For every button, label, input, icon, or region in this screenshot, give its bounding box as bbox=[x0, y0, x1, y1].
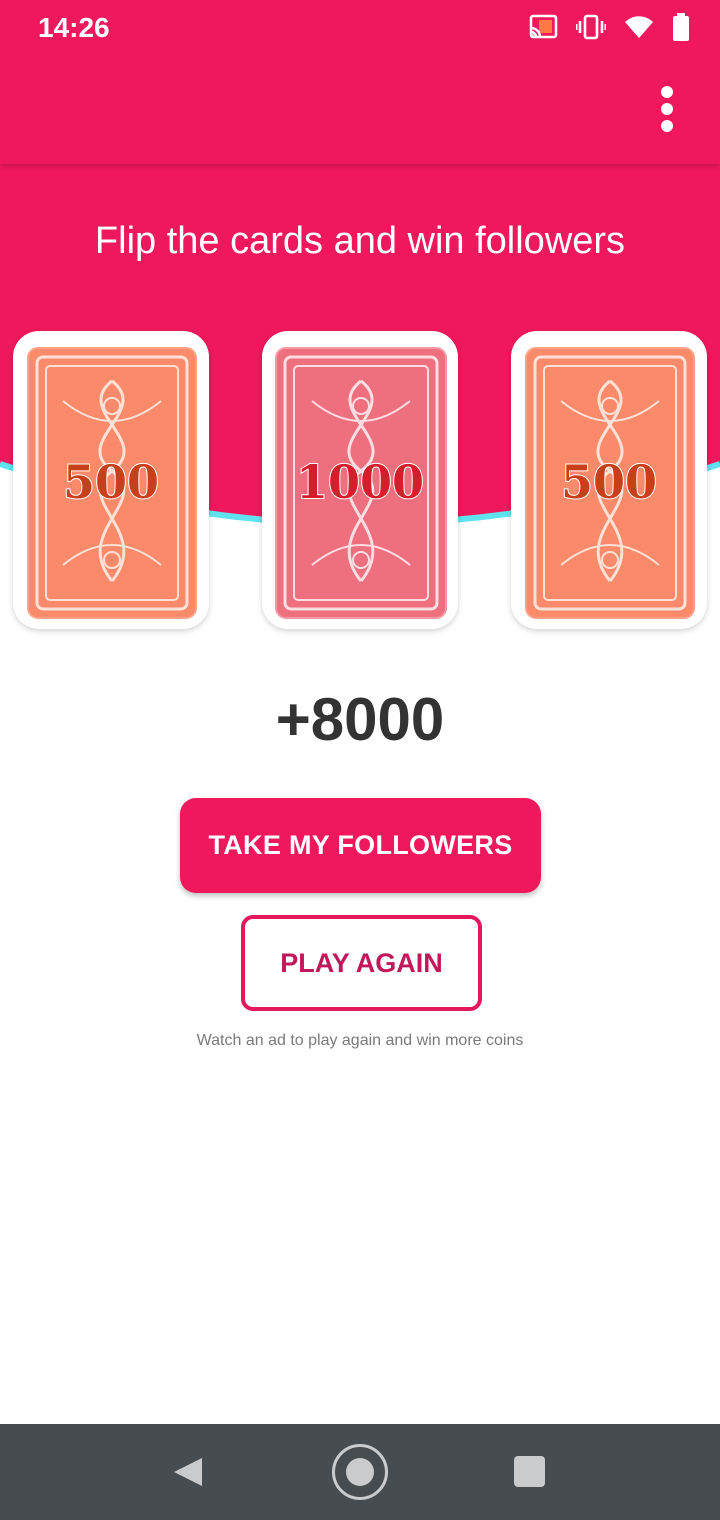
recents-icon[interactable] bbox=[514, 1456, 545, 1487]
take-my-followers-button[interactable]: TAKE MY FOLLOWERS bbox=[180, 798, 541, 893]
card-value: 1000 bbox=[295, 454, 425, 510]
status-bar: 14:26 bbox=[0, 0, 720, 56]
back-icon[interactable] bbox=[172, 1456, 204, 1488]
nav-bar bbox=[0, 1424, 720, 1520]
home-icon[interactable] bbox=[332, 1444, 388, 1500]
app-bar bbox=[0, 56, 720, 164]
cast-icon bbox=[529, 14, 558, 39]
flip-card[interactable]: 500 bbox=[13, 331, 209, 629]
status-time: 14:26 bbox=[38, 12, 110, 43]
hint-text: Watch an ad to play again and win more c… bbox=[196, 1032, 524, 1049]
wifi-icon bbox=[625, 16, 653, 38]
hero-title: Flip the cards and win followers bbox=[94, 220, 626, 262]
flip-card[interactable]: 1000 bbox=[262, 331, 458, 629]
more-vert-icon[interactable] bbox=[654, 86, 680, 132]
battery-icon bbox=[673, 13, 689, 41]
card-value: 500 bbox=[62, 454, 160, 510]
play-again-button[interactable]: PLAY AGAIN bbox=[241, 915, 482, 1011]
status-icons bbox=[528, 12, 690, 42]
vibrate-icon bbox=[576, 14, 606, 40]
points-total: +8000 bbox=[275, 686, 445, 753]
card-value: 500 bbox=[560, 454, 658, 510]
flip-card[interactable]: 500 bbox=[511, 331, 707, 629]
